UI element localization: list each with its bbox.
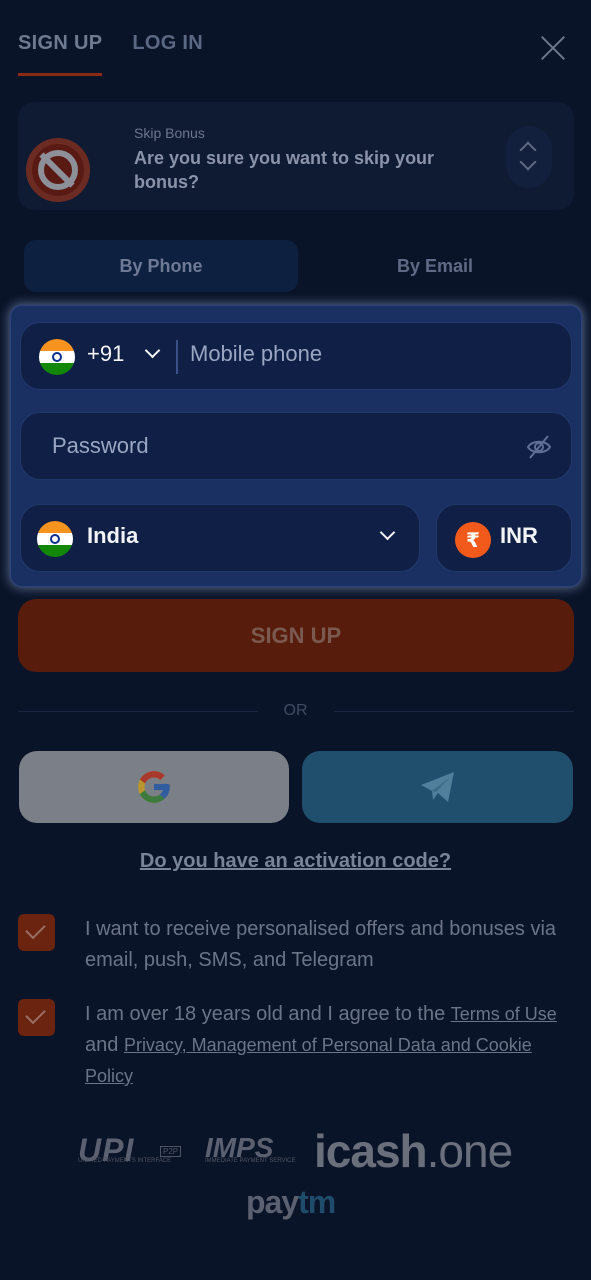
paytm-logo-pay: pay xyxy=(246,1184,299,1220)
country-select[interactable]: India xyxy=(20,504,420,572)
payment-logos: UPI UNIFIED PAYMENTS INTERFACE P2P IMPS … xyxy=(0,1125,591,1228)
india-flag-icon xyxy=(37,521,73,557)
bonus-title: Skip Bonus xyxy=(134,125,205,141)
auth-tabs: SIGN UP LOG IN xyxy=(18,32,203,76)
p2p-badge: P2P xyxy=(160,1146,182,1157)
bonus-text: Are you sure you want to skip your bonus… xyxy=(134,148,435,192)
chevron-down-icon xyxy=(379,524,396,541)
currency-value: INR xyxy=(500,523,538,548)
age-terms-checkbox[interactable] xyxy=(18,999,55,1036)
paytm-logo: paytm xyxy=(246,1184,336,1221)
age-terms-prefix: I am over 18 years old and I agree to th… xyxy=(85,1003,446,1025)
eye-off-icon[interactable] xyxy=(525,433,553,461)
icash-logo: icash.one xyxy=(314,1124,514,1178)
paytm-logo-tm: tm xyxy=(298,1184,336,1220)
upi-logo-subtitle: UNIFIED PAYMENTS INTERFACE xyxy=(78,1158,172,1164)
tab-login[interactable]: LOG IN xyxy=(132,32,203,76)
tab-signup[interactable]: SIGN UP xyxy=(18,32,103,76)
offers-checkbox[interactable] xyxy=(18,914,55,951)
and-text: and xyxy=(85,1034,119,1056)
india-flag-icon xyxy=(39,339,75,375)
signup-form: +91 Mobile phone Password India ₹ INR xyxy=(10,305,582,587)
imps-logo-subtitle: IMMEDIATE PAYMENT SERVICE xyxy=(205,1158,296,1164)
terms-link[interactable]: Terms of Use xyxy=(451,1004,557,1024)
divider xyxy=(176,340,178,374)
country-value: India xyxy=(87,523,139,548)
google-icon xyxy=(138,771,170,803)
signup-button[interactable]: SIGN UP xyxy=(18,599,574,672)
privacy-policy-link[interactable]: Privacy, Management of Personal Data and… xyxy=(85,1035,532,1086)
icash-logo-suffix: .one xyxy=(426,1125,514,1177)
currency-select[interactable]: ₹ INR xyxy=(436,504,572,572)
registration-method-switch: By Phone By Email xyxy=(24,240,572,292)
no-entry-icon xyxy=(26,138,90,202)
chevron-down-icon xyxy=(519,153,537,171)
offers-consent-text: I want to receive personalised offers an… xyxy=(85,918,557,971)
tab-by-phone[interactable]: By Phone xyxy=(24,240,298,292)
telegram-icon xyxy=(421,772,454,802)
icash-logo-main: icash xyxy=(314,1125,428,1177)
tab-by-email[interactable]: By Email xyxy=(298,240,572,292)
rupee-icon: ₹ xyxy=(455,522,491,558)
phone-field[interactable]: +91 Mobile phone xyxy=(20,322,572,390)
telegram-signin-button[interactable] xyxy=(302,751,573,823)
close-icon[interactable] xyxy=(539,34,567,62)
password-input[interactable]: Password xyxy=(52,433,149,459)
bonus-expand-button[interactable] xyxy=(506,126,552,188)
phone-code[interactable]: +91 xyxy=(87,341,124,367)
or-separator: OR xyxy=(283,702,308,719)
skip-bonus-card: Skip Bonus Are you sure you want to skip… xyxy=(18,102,574,210)
mobile-phone-input[interactable]: Mobile phone xyxy=(190,341,322,367)
google-signin-button[interactable] xyxy=(19,751,289,823)
age-terms-text: I am over 18 years old and I agree to th… xyxy=(85,999,575,1092)
activation-code-link[interactable]: Do you have an activation code? xyxy=(0,850,591,873)
password-field[interactable]: Password xyxy=(20,412,572,480)
chevron-down-icon[interactable] xyxy=(144,342,161,359)
